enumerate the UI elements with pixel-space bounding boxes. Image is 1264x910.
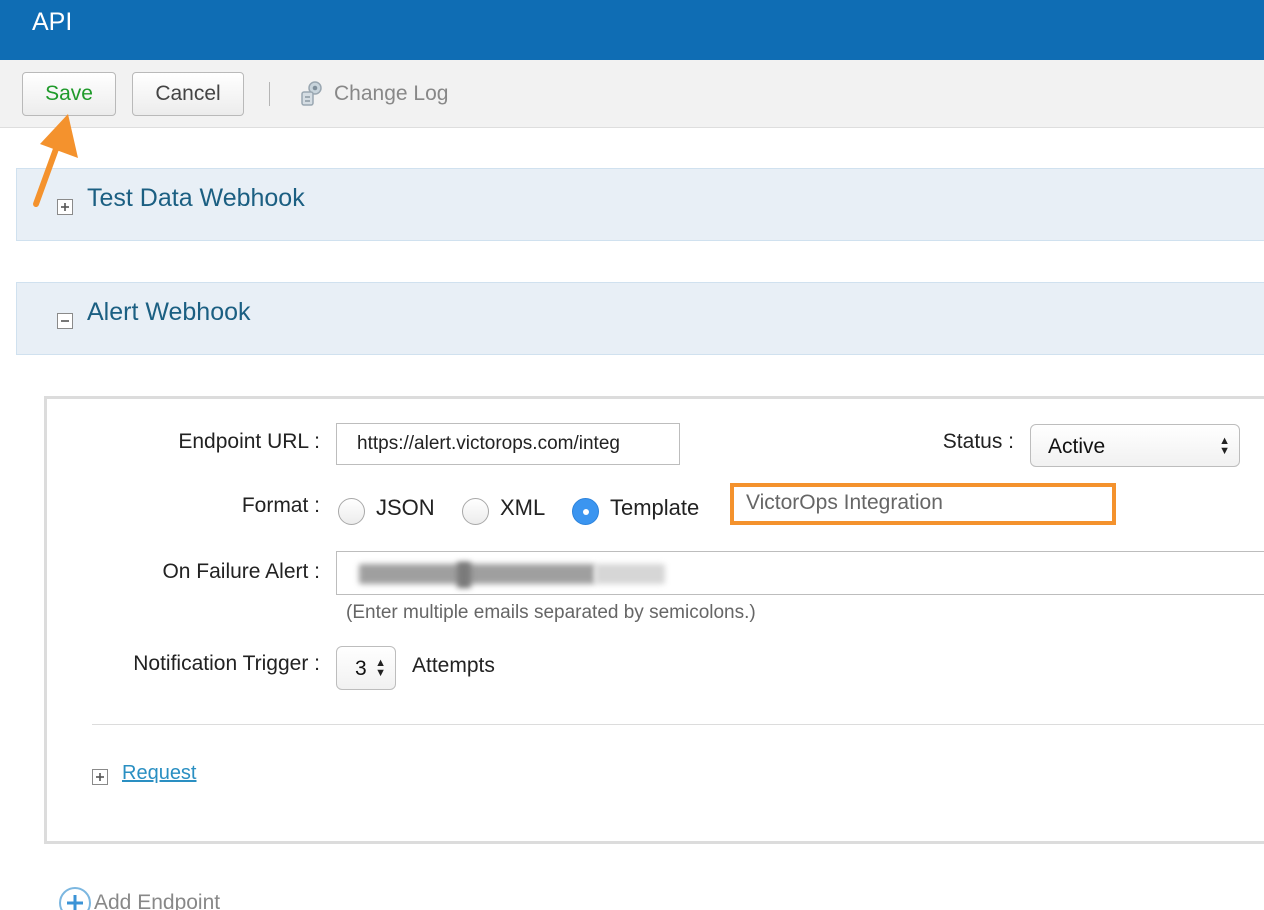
redacted-email-fragment [457,562,471,588]
toolbar: Save Cancel Change Log [0,60,1264,128]
app-header: API [0,0,1264,60]
format-radio-xml[interactable] [462,498,489,525]
request-link[interactable]: Request [122,762,197,785]
redacted-email [359,564,595,584]
format-label: Format : [241,494,320,517]
redacted-email-tail [595,564,665,584]
cancel-button[interactable]: Cancel [132,72,244,116]
divider [92,724,1264,725]
page-title: API [32,8,73,36]
change-log-label: Change Log [334,82,449,105]
format-radio-template[interactable] [572,498,599,525]
template-select[interactable]: VictorOps Integration [730,483,1116,525]
format-radio-json[interactable] [338,498,365,525]
endpoint-url-input[interactable]: https://alert.victorops.com/integ [336,423,680,465]
trigger-value: 3 [355,657,367,680]
changelog-icon [301,81,322,106]
status-select[interactable]: Active ▲ ▼ [1030,424,1240,467]
section-title[interactable]: Alert Webhook [87,298,251,327]
format-option-template: Template [610,495,700,520]
annotation-arrow-icon [33,114,78,207]
notification-trigger-label: Notification Trigger : [133,652,320,675]
change-log-link[interactable]: Change Log [298,78,448,110]
trigger-attempts-select[interactable]: 3 ▲ ▼ [336,646,396,690]
toolbar-divider [269,82,270,106]
select-arrows-icon: ▲ ▼ [1219,434,1230,457]
status-label: Status : [942,430,1014,453]
section-alert-webhook: Alert Webhook [16,282,1264,355]
attempts-label: Attempts [412,654,495,677]
select-arrows-icon: ▲ ▼ [375,657,386,679]
collapse-minus-icon[interactable] [57,313,73,329]
on-failure-alert-label: On Failure Alert : [162,560,320,583]
status-value: Active [1048,435,1106,458]
expand-plus-icon[interactable] [92,769,108,785]
failure-email-input[interactable] [336,551,1264,595]
add-endpoint-button[interactable]: Add Endpoint [58,886,220,910]
section-title[interactable]: Test Data Webhook [87,184,305,213]
add-endpoint-label: Add Endpoint [94,891,221,910]
endpoint-url-label: Endpoint URL : [178,430,320,453]
section-test-data-webhook: Test Data Webhook [16,168,1264,241]
format-option-xml: XML [500,495,546,520]
format-option-json: JSON [376,495,435,520]
add-circle-icon [59,887,91,910]
failure-hint: (Enter multiple emails separated by semi… [346,602,756,623]
